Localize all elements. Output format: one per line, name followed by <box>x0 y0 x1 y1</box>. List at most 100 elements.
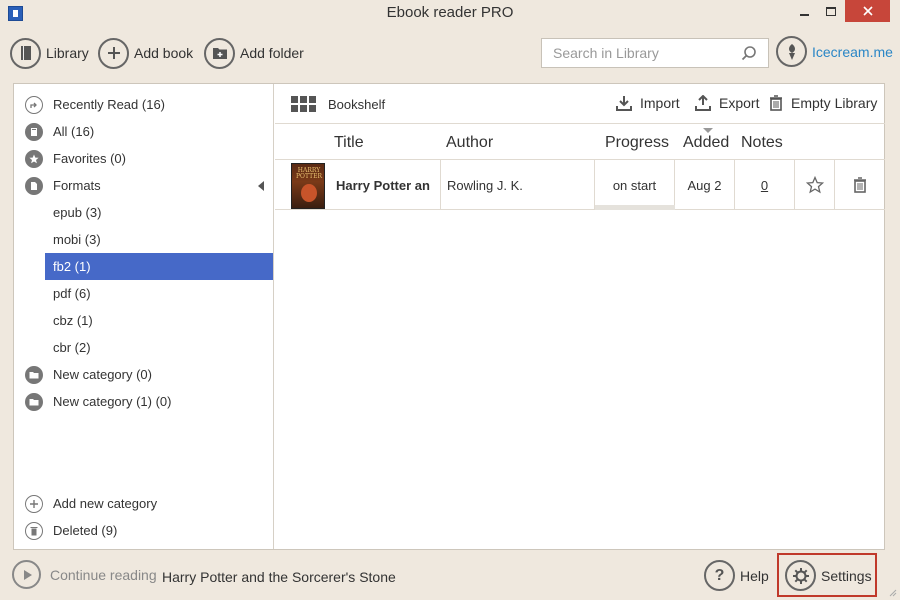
table-row[interactable]: HARRY POTTER Harry Potter an Rowling J. … <box>275 160 885 210</box>
add-folder-label: Add folder <box>240 45 304 61</box>
bookshelf-label: Bookshelf <box>328 96 386 112</box>
close-button[interactable] <box>845 0 890 22</box>
column-header-title[interactable]: Title <box>334 134 364 152</box>
add-folder-button[interactable]: Add folder <box>204 37 304 69</box>
continue-reading-label: Continue reading <box>50 566 157 583</box>
content-area: Bookshelf Import Export Empty Library Ti… <box>275 84 885 549</box>
icecream-link[interactable]: Icecream.me <box>776 36 893 67</box>
search-icon[interactable] <box>740 45 758 63</box>
column-header-author[interactable]: Author <box>446 134 493 152</box>
library-label: Library <box>46 45 89 61</box>
help-button[interactable]: ? Help <box>704 560 769 591</box>
maximize-button[interactable] <box>820 0 842 22</box>
sidebar-item-label: fb2 (1) <box>53 259 91 274</box>
sidebar-item-label: New category (1) (0) <box>53 394 172 409</box>
book-progress: on start <box>595 160 675 210</box>
sort-desc-icon <box>703 128 713 133</box>
star-icon[interactable] <box>805 176 824 194</box>
main-panel: Recently Read (16) All (16) Favorites (0… <box>13 83 885 550</box>
add-category-button[interactable]: Add new category <box>14 490 273 517</box>
export-icon <box>695 95 711 111</box>
brand-label: Icecream.me <box>812 43 893 60</box>
settings-label: Settings <box>821 567 872 584</box>
sidebar-item-epub[interactable]: epub (3) <box>14 199 273 226</box>
sidebar-item-new-category[interactable]: New category (0) <box>14 361 273 388</box>
search-input[interactable] <box>553 45 733 61</box>
column-header-progress[interactable]: Progress <box>605 134 669 152</box>
book-title: Harry Potter an <box>327 160 441 210</box>
current-book-title: Harry Potter and the Sorcerer's Stone <box>162 569 396 585</box>
table-header: Title Author Progress Added Notes <box>275 124 885 160</box>
sidebar-item-label: All (16) <box>53 124 95 139</box>
continue-reading-button[interactable]: Continue reading <box>12 560 157 589</box>
folder-plus-icon <box>204 37 235 69</box>
sidebar-item-all[interactable]: All (16) <box>14 118 273 145</box>
play-icon <box>12 560 41 589</box>
minimize-button[interactable] <box>793 0 815 22</box>
add-category-label: Add new category <box>53 496 158 511</box>
add-book-label: Add book <box>134 45 194 61</box>
sidebar-item-fb2[interactable]: fb2 (1) <box>45 253 273 280</box>
sidebar-item-deleted[interactable]: Deleted (9) <box>14 517 273 544</box>
title-bar: Ebook reader PRO <box>0 0 900 26</box>
plus-icon <box>98 37 129 69</box>
close-icon <box>862 6 873 16</box>
sidebar-item-label: Recently Read (16) <box>53 97 165 112</box>
sidebar-item-label: pdf (6) <box>53 286 91 301</box>
trash-icon <box>770 95 782 111</box>
collapse-arrow-icon[interactable] <box>258 181 264 191</box>
add-book-button[interactable]: Add book <box>98 37 193 69</box>
window-title: Ebook reader PRO <box>386 4 514 21</box>
sidebar-item-label: cbz (1) <box>53 313 93 328</box>
sidebar-item-label: cbr (2) <box>53 340 91 355</box>
folder-icon <box>25 392 43 411</box>
settings-inner: Settings <box>785 560 872 591</box>
trash-icon[interactable] <box>853 177 867 193</box>
sidebar-item-label: Favorites (0) <box>53 151 126 166</box>
gear-icon <box>785 560 816 591</box>
delete-cell <box>835 160 885 210</box>
book-added: Aug 2 <box>675 160 735 210</box>
export-button[interactable]: Export <box>695 95 759 111</box>
help-label: Help <box>740 567 769 584</box>
column-header-notes[interactable]: Notes <box>741 134 783 152</box>
bookshelf-view-button[interactable]: Bookshelf <box>291 96 385 112</box>
library-icon <box>10 37 41 69</box>
maximize-icon <box>826 6 836 16</box>
import-label: Import <box>640 95 680 111</box>
book-cover: HARRY POTTER <box>291 163 325 209</box>
empty-library-label: Empty Library <box>791 95 878 111</box>
sidebar-item-label: New category (0) <box>53 367 152 382</box>
sidebar-item-label: epub (3) <box>53 205 102 220</box>
book-notes: 0 <box>735 160 795 210</box>
sidebar-item-label: Formats <box>53 178 101 193</box>
sidebar-item-cbr[interactable]: cbr (2) <box>14 334 273 361</box>
question-icon: ? <box>704 560 735 591</box>
search-box <box>541 38 769 68</box>
main-toolbar: Library Add book Add folder Icecream.me <box>0 30 900 76</box>
content-toolbar: Bookshelf Import Export Empty Library <box>275 84 885 124</box>
deleted-label: Deleted (9) <box>53 523 118 538</box>
share-icon <box>25 95 43 114</box>
column-header-added[interactable]: Added <box>683 134 729 152</box>
library-button[interactable]: Library <box>10 37 89 69</box>
favorite-cell <box>795 160 835 210</box>
notes-link[interactable]: 0 <box>761 178 768 193</box>
book-author: Rowling J. K. <box>441 160 595 210</box>
sidebar-item-mobi[interactable]: mobi (3) <box>14 226 273 253</box>
settings-button[interactable]: Settings <box>777 553 877 597</box>
folder-icon <box>25 365 43 384</box>
empty-library-button[interactable]: Empty Library <box>769 95 877 111</box>
sidebar-item-favorites[interactable]: Favorites (0) <box>14 145 273 172</box>
sidebar-item-pdf[interactable]: pdf (6) <box>14 280 273 307</box>
sidebar-item-formats[interactable]: Formats <box>14 172 273 199</box>
sidebar-item-cbz[interactable]: cbz (1) <box>14 307 273 334</box>
sidebar-item-recently-read[interactable]: Recently Read (16) <box>14 91 273 118</box>
import-button[interactable]: Import <box>616 95 680 111</box>
books-icon <box>25 122 43 141</box>
progress-bar <box>595 205 675 210</box>
export-label: Export <box>719 95 760 111</box>
resize-grip-icon[interactable] <box>887 587 897 597</box>
sidebar-item-new-category-1[interactable]: New category (1) (0) <box>14 388 273 415</box>
progress-label: on start <box>612 177 657 193</box>
